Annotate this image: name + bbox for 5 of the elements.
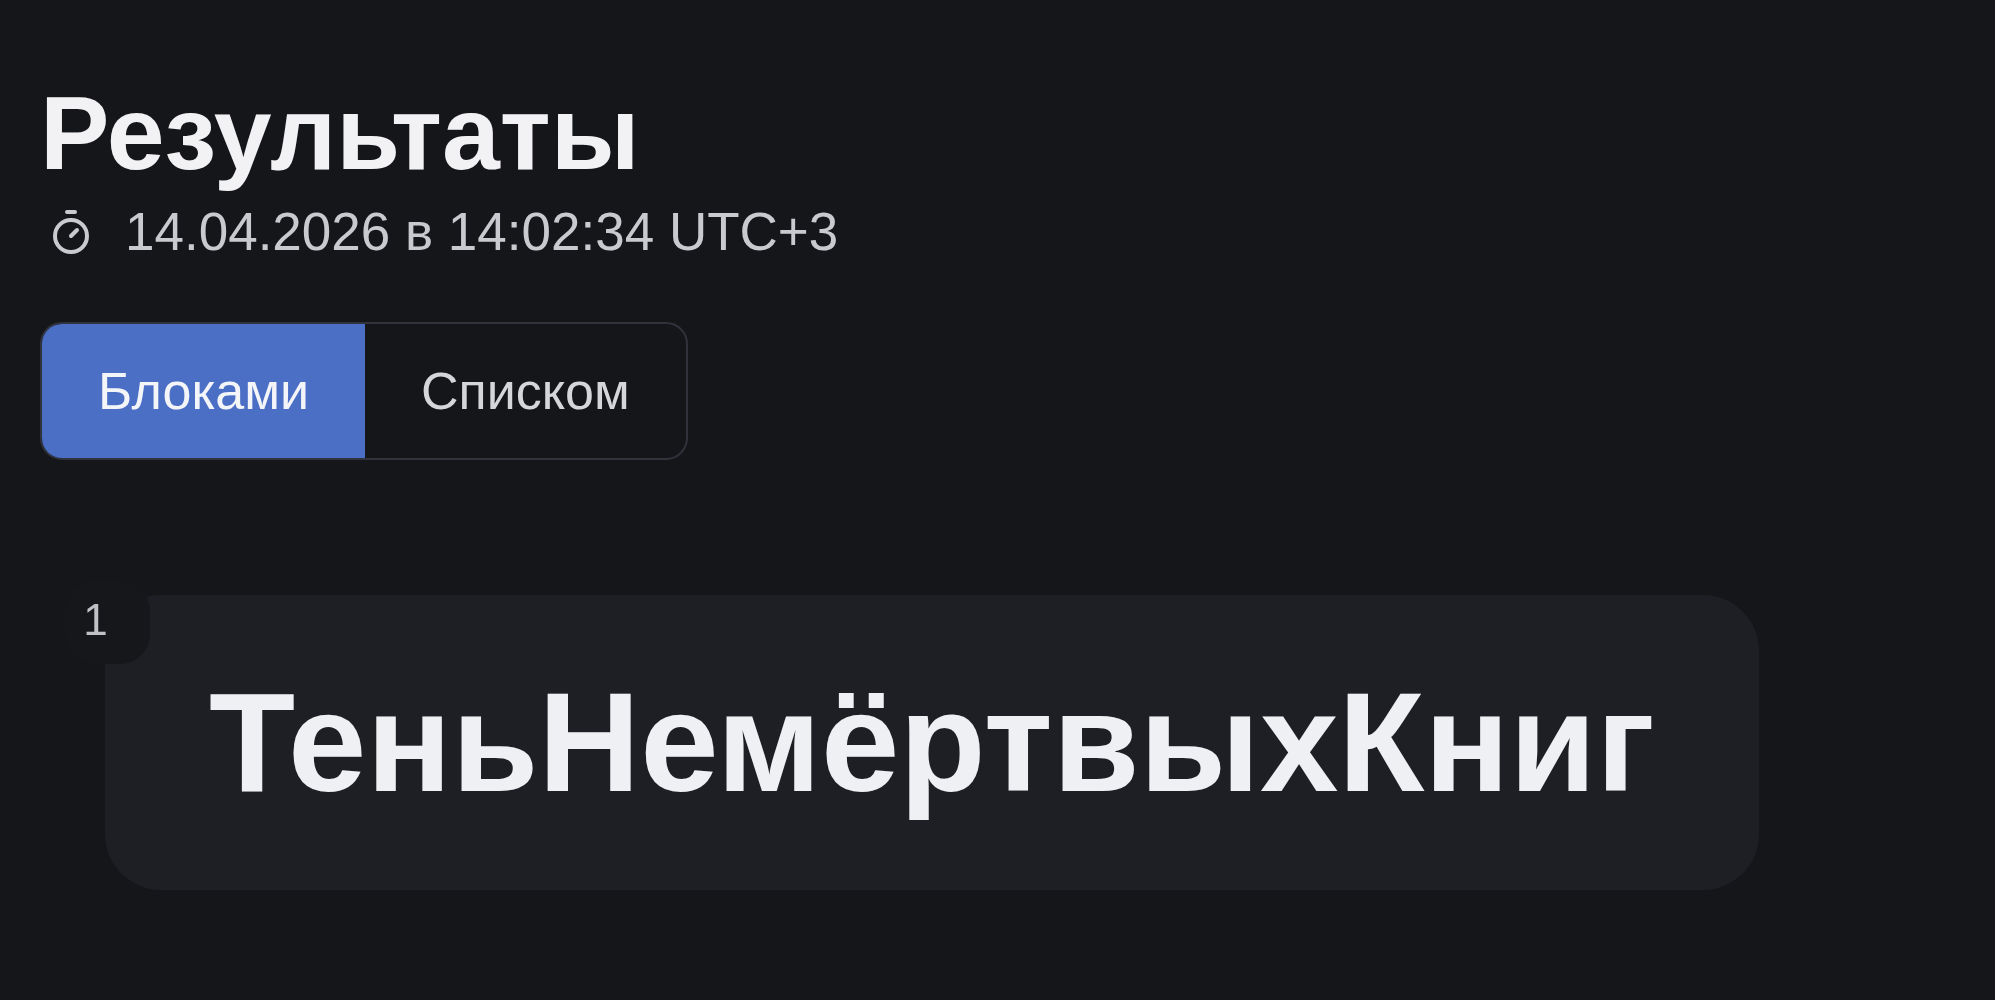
page-title: Результаты xyxy=(40,76,640,191)
result-timestamp: 14.04.2026 в 14:02:34 UTC+3 xyxy=(125,201,839,264)
view-tab[interactable]: Списком xyxy=(365,324,686,458)
result-text: ТеньНемёртвыхКниг xyxy=(209,661,1655,823)
view-tab[interactable]: Блоками xyxy=(42,324,365,458)
